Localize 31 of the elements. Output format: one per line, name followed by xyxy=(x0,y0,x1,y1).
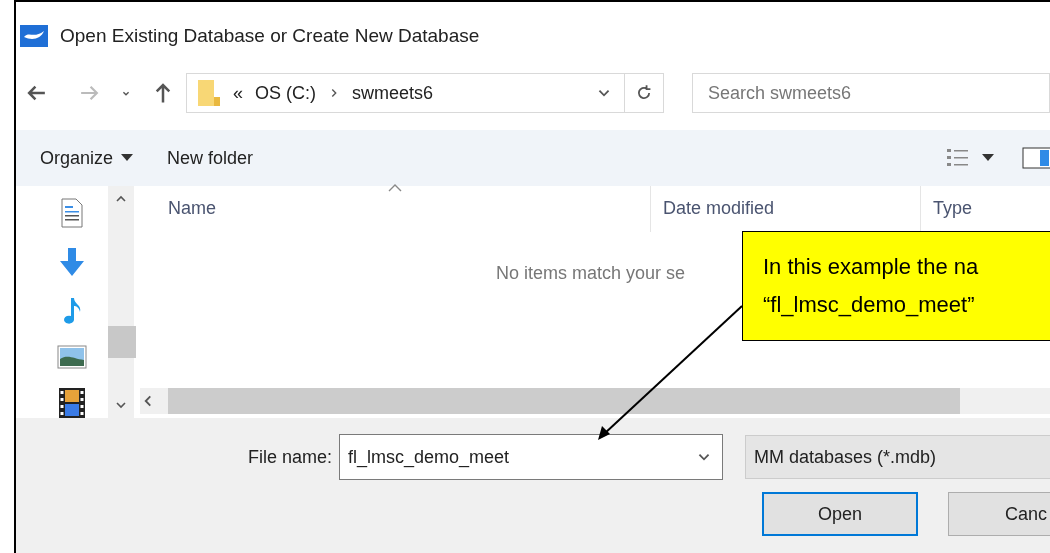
preview-pane-icon[interactable] xyxy=(1022,147,1050,169)
path-overflow[interactable]: « xyxy=(233,79,243,107)
breadcrumb[interactable]: swmeets6 xyxy=(352,79,434,107)
file-name-combo-box[interactable]: fl_lmsc_demo_meet xyxy=(339,434,724,480)
file-name-label: File name: xyxy=(248,445,333,469)
caret-icon xyxy=(121,154,134,162)
column-header[interactable]: Name xyxy=(140,186,650,232)
toolbar-button[interactable]: New folder xyxy=(167,144,254,172)
film-strip-icon xyxy=(58,388,85,418)
search-field[interactable]: Search swmeets6 xyxy=(692,73,1050,113)
sort-ascending-icon xyxy=(388,184,402,192)
toolbar-button[interactable]: Organize xyxy=(40,144,134,172)
app-logo-icon xyxy=(20,25,48,47)
refresh-icon[interactable] xyxy=(635,84,653,102)
picture-icon xyxy=(56,345,87,369)
file-name-input[interactable]: fl_lmsc_demo_meet xyxy=(348,443,697,471)
vertical-scrollbar[interactable] xyxy=(107,186,135,418)
dialog-button[interactable]: Open xyxy=(762,492,918,536)
scrollbar-thumb[interactable] xyxy=(107,326,136,358)
dialog-button[interactable]: Canc xyxy=(948,492,1050,536)
view-options-icon[interactable] xyxy=(946,147,970,169)
document-icon xyxy=(59,198,84,228)
breadcrumb[interactable]: OS (C:) xyxy=(255,79,316,107)
address-bar[interactable]: « OS (C:) swmeets6 xyxy=(186,73,664,113)
empty-message: No items match your se xyxy=(496,263,686,283)
caret-icon[interactable] xyxy=(982,154,994,162)
folder-icon xyxy=(197,79,221,107)
search-input[interactable]: Search swmeets6 xyxy=(708,79,1049,107)
window-title: Open Existing Database or Create New Database xyxy=(60,23,480,48)
file-type-dropdown[interactable]: MM databases (*.mdb) xyxy=(745,435,1050,479)
callout-note: In this example the na “fl_lmsc_demo_meet” xyxy=(742,231,1050,341)
